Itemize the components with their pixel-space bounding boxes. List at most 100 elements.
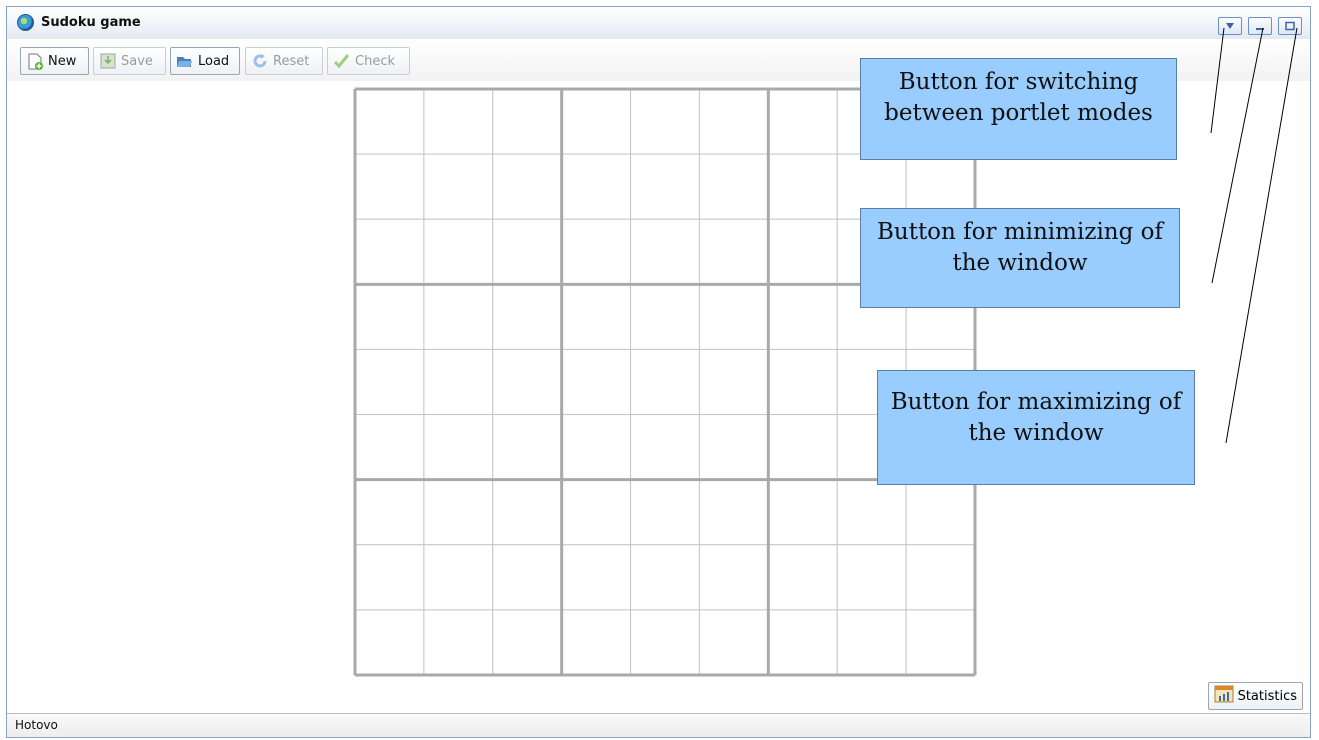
sudoku-cell[interactable] <box>561 153 632 220</box>
minimize-button[interactable] <box>1248 17 1272 35</box>
sudoku-cell[interactable] <box>423 609 494 676</box>
sudoku-cell[interactable] <box>698 88 769 155</box>
sudoku-cell[interactable] <box>630 479 700 546</box>
sudoku-cell[interactable] <box>492 414 563 481</box>
statistics-button[interactable]: Statistics <box>1207 682 1303 710</box>
load-button[interactable]: Load <box>170 47 240 75</box>
new-button[interactable]: New <box>20 47 89 75</box>
sudoku-cell[interactable] <box>905 609 976 676</box>
sudoku-cell[interactable] <box>561 544 632 611</box>
callout-maximize: Button for maximizing of the window <box>877 370 1195 485</box>
save-button[interactable]: Save <box>93 47 166 75</box>
check-button[interactable]: Check <box>327 47 410 75</box>
sudoku-cell[interactable] <box>698 283 769 350</box>
sudoku-cell[interactable] <box>561 609 632 676</box>
maximize-button[interactable] <box>1278 17 1302 35</box>
sudoku-cell[interactable] <box>698 218 769 285</box>
globe-icon <box>17 14 34 31</box>
sudoku-cell[interactable] <box>698 609 769 676</box>
portlet-mode-button[interactable] <box>1218 17 1242 35</box>
sudoku-cell[interactable] <box>492 218 563 285</box>
title-bar: Sudoku game <box>7 7 1310 40</box>
sudoku-cell[interactable] <box>354 348 425 416</box>
status-text: Hotovo <box>15 718 58 732</box>
statistics-label: Statistics <box>1237 688 1297 704</box>
sudoku-cell[interactable] <box>423 479 494 546</box>
sudoku-cell[interactable] <box>767 544 838 611</box>
sudoku-cell[interactable] <box>630 218 700 285</box>
sudoku-cell[interactable] <box>423 348 494 416</box>
sudoku-cell[interactable] <box>423 283 494 350</box>
sudoku-cell[interactable] <box>767 218 838 285</box>
sudoku-cell[interactable] <box>698 153 769 220</box>
sudoku-cell[interactable] <box>630 283 700 350</box>
callout-minimize-text: Button for minimizing of the window <box>876 219 1164 276</box>
load-button-label: Load <box>198 53 230 69</box>
sudoku-cell[interactable] <box>767 414 838 481</box>
sudoku-cell[interactable] <box>354 218 425 285</box>
reset-button[interactable]: Reset <box>245 47 323 75</box>
sudoku-cell[interactable] <box>354 153 425 220</box>
sudoku-cell[interactable] <box>354 283 425 350</box>
sudoku-cell[interactable] <box>423 544 494 611</box>
sudoku-cell[interactable] <box>354 414 425 481</box>
sudoku-cell[interactable] <box>767 479 838 546</box>
window-title: Sudoku game <box>41 15 141 30</box>
sudoku-cell[interactable] <box>423 218 494 285</box>
sudoku-cell[interactable] <box>492 88 563 155</box>
sudoku-cell[interactable] <box>423 153 494 220</box>
sudoku-cell[interactable] <box>630 153 700 220</box>
sudoku-cell[interactable] <box>561 283 632 350</box>
sudoku-cell[interactable] <box>492 283 563 350</box>
save-button-label: Save <box>121 53 153 69</box>
sudoku-cell[interactable] <box>354 544 425 611</box>
status-bar: Hotovo <box>7 713 1310 737</box>
sudoku-cell[interactable] <box>698 348 769 416</box>
sudoku-cell[interactable] <box>630 414 700 481</box>
sudoku-cell[interactable] <box>492 544 563 611</box>
sudoku-cell[interactable] <box>561 414 632 481</box>
sudoku-cell[interactable] <box>767 153 838 220</box>
sudoku-cell[interactable] <box>492 479 563 546</box>
sudoku-cell[interactable] <box>630 544 700 611</box>
reset-button-label: Reset <box>273 53 310 69</box>
sudoku-cell[interactable] <box>423 414 494 481</box>
sudoku-cell[interactable] <box>561 88 632 155</box>
sudoku-cell[interactable] <box>698 479 769 546</box>
triangle-down-icon <box>1226 23 1234 29</box>
sudoku-cell[interactable] <box>354 609 425 676</box>
sudoku-cell[interactable] <box>836 544 907 611</box>
sudoku-cell[interactable] <box>354 479 425 546</box>
save-icon <box>99 53 116 70</box>
sudoku-cell[interactable] <box>561 218 632 285</box>
minimize-icon <box>1256 28 1264 30</box>
sudoku-cell[interactable] <box>630 348 700 416</box>
new-button-label: New <box>48 53 77 69</box>
sudoku-cell[interactable] <box>905 479 976 546</box>
sudoku-cell[interactable] <box>630 88 700 155</box>
callout-maximize-text: Button for maximizing of the window <box>890 389 1182 446</box>
sudoku-cell[interactable] <box>561 348 632 416</box>
sudoku-cell[interactable] <box>767 609 838 676</box>
sudoku-cell[interactable] <box>698 544 769 611</box>
sudoku-cell[interactable] <box>767 348 838 416</box>
sudoku-cell[interactable] <box>492 153 563 220</box>
sudoku-cell[interactable] <box>492 609 563 676</box>
sudoku-cell[interactable] <box>354 88 425 155</box>
checkmark-icon <box>333 53 350 70</box>
sudoku-cell[interactable] <box>767 283 838 350</box>
statistics-icon <box>1214 685 1234 707</box>
maximize-icon <box>1285 21 1295 31</box>
callout-portlet-modes: Button for switching between portlet mod… <box>860 58 1177 160</box>
sudoku-cell[interactable] <box>492 348 563 416</box>
sudoku-cell[interactable] <box>836 609 907 676</box>
sudoku-cell[interactable] <box>767 88 838 155</box>
check-button-label: Check <box>355 53 395 69</box>
sudoku-cell[interactable] <box>561 479 632 546</box>
sudoku-cell[interactable] <box>698 414 769 481</box>
sudoku-cell[interactable] <box>836 479 907 546</box>
sudoku-cell[interactable] <box>905 544 976 611</box>
sudoku-cell[interactable] <box>423 88 494 155</box>
sudoku-cell[interactable] <box>630 609 700 676</box>
refresh-icon <box>251 53 268 70</box>
